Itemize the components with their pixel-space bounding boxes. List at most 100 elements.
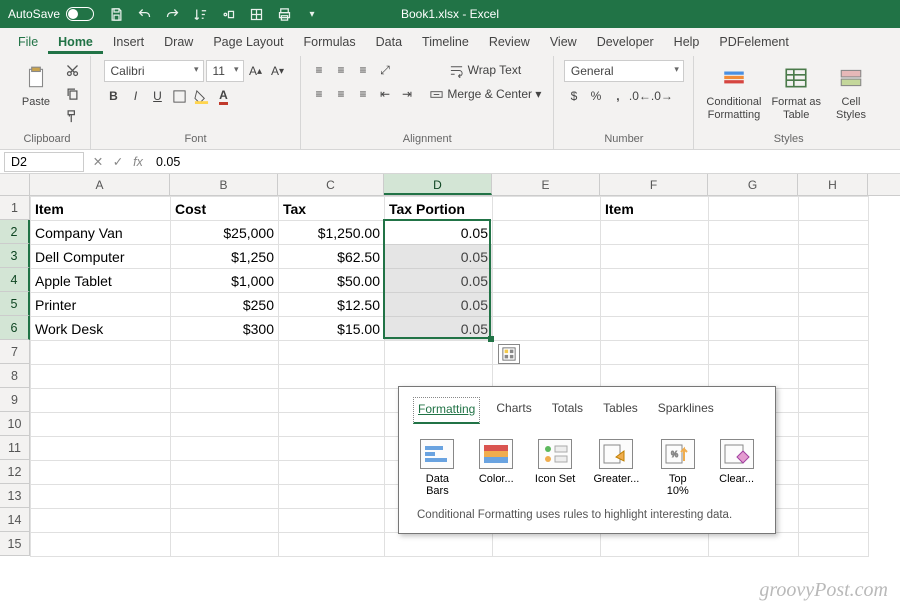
accounting-format-icon[interactable]: $ [564,86,584,106]
percent-format-icon[interactable]: % [586,86,606,106]
cell[interactable] [799,485,869,509]
cell[interactable]: Apple Tablet [31,269,171,293]
cell[interactable] [279,389,385,413]
enter-formula-icon[interactable]: ✓ [108,154,128,169]
cell[interactable] [799,461,869,485]
borders-icon[interactable] [248,6,264,22]
cell[interactable] [709,293,799,317]
row-header-3[interactable]: 3 [0,244,30,268]
cell[interactable] [493,245,601,269]
cell[interactable]: 0.05 [385,293,493,317]
popup-item-clear[interactable]: Clear... [716,439,757,497]
cell[interactable] [799,341,869,365]
align-middle-icon[interactable]: ≡ [331,60,351,80]
cell[interactable] [709,221,799,245]
cell[interactable] [601,293,709,317]
row-header-15[interactable]: 15 [0,532,30,556]
increase-indent-icon[interactable]: ⇥ [397,84,417,104]
cell[interactable] [601,533,709,557]
row-header-8[interactable]: 8 [0,364,30,388]
increase-font-icon[interactable]: A▴ [246,61,266,81]
cell[interactable] [279,509,385,533]
cell[interactable] [601,269,709,293]
cell[interactable] [799,365,869,389]
row-header-5[interactable]: 5 [0,292,30,316]
cell[interactable]: Item [31,197,171,221]
cell[interactable] [601,365,709,389]
quick-analysis-button[interactable] [498,344,520,364]
fill-handle[interactable] [488,336,494,342]
cell[interactable] [601,341,709,365]
tab-data[interactable]: Data [366,31,412,54]
merge-center-button[interactable]: Merge & Center ▾ [425,84,545,104]
popup-item-colorscale[interactable]: Color... [476,439,517,497]
align-center-icon[interactable]: ≡ [331,84,351,104]
cell[interactable]: 0.05 [385,317,493,341]
cell[interactable] [493,269,601,293]
cell[interactable] [279,461,385,485]
cell[interactable]: Item [601,197,709,221]
cell[interactable]: $15.00 [279,317,385,341]
decrease-indent-icon[interactable]: ⇤ [375,84,395,104]
cell[interactable]: $12.50 [279,293,385,317]
cell[interactable] [171,485,279,509]
cell[interactable]: 0.05 [385,245,493,269]
tab-timeline[interactable]: Timeline [412,31,479,54]
popup-tab-totals[interactable]: Totals [548,397,587,424]
cell[interactable] [279,365,385,389]
cell[interactable]: $1,250.00 [279,221,385,245]
row-header-2[interactable]: 2 [0,220,30,244]
number-format-dropdown[interactable]: General [564,60,684,82]
cell[interactable] [279,437,385,461]
tab-developer[interactable]: Developer [587,31,664,54]
paste-button[interactable]: Paste [12,60,60,111]
cell[interactable]: $1,250 [171,245,279,269]
cell[interactable] [279,413,385,437]
cell[interactable] [279,341,385,365]
row-header-11[interactable]: 11 [0,436,30,460]
column-header-A[interactable]: A [30,174,170,195]
tab-review[interactable]: Review [479,31,540,54]
cell-styles-button[interactable]: Cell Styles [827,60,875,124]
cell[interactable] [799,389,869,413]
customize-qat-icon[interactable]: ▾ [304,6,320,22]
cell[interactable]: Cost [171,197,279,221]
formula-input[interactable]: 0.05 [148,155,900,169]
tab-view[interactable]: View [540,31,587,54]
cell[interactable] [493,293,601,317]
align-left-icon[interactable]: ≡ [309,84,329,104]
cell[interactable] [493,533,601,557]
cell[interactable] [31,509,171,533]
cell[interactable] [279,533,385,557]
redo-icon[interactable] [164,6,180,22]
cell[interactable] [171,437,279,461]
tab-help[interactable]: Help [664,31,710,54]
cell[interactable] [385,365,493,389]
select-all-corner[interactable] [0,174,30,196]
cell[interactable] [385,341,493,365]
undo-icon[interactable] [136,6,152,22]
cell[interactable] [709,269,799,293]
cell[interactable]: $300 [171,317,279,341]
font-color-button[interactable]: A [214,86,234,106]
align-right-icon[interactable]: ≡ [353,84,373,104]
decrease-font-icon[interactable]: A▾ [268,61,288,81]
cell[interactable]: $50.00 [279,269,385,293]
cell[interactable]: Dell Computer [31,245,171,269]
save-icon[interactable] [108,6,124,22]
popup-item-top10[interactable]: %Top 10% [657,439,698,497]
cell[interactable] [709,245,799,269]
cell[interactable] [385,533,493,557]
autosave-toggle[interactable] [66,7,94,21]
cell[interactable] [171,389,279,413]
cell[interactable]: Printer [31,293,171,317]
cell[interactable] [171,461,279,485]
popup-tab-charts[interactable]: Charts [492,397,535,424]
format-as-table-button[interactable]: Format as Table [767,60,825,124]
row-header-1[interactable]: 1 [0,196,30,220]
cell[interactable] [493,317,601,341]
cell[interactable] [31,533,171,557]
tab-page-layout[interactable]: Page Layout [203,31,293,54]
cell[interactable] [279,485,385,509]
tab-pdfelement[interactable]: PDFelement [709,31,798,54]
